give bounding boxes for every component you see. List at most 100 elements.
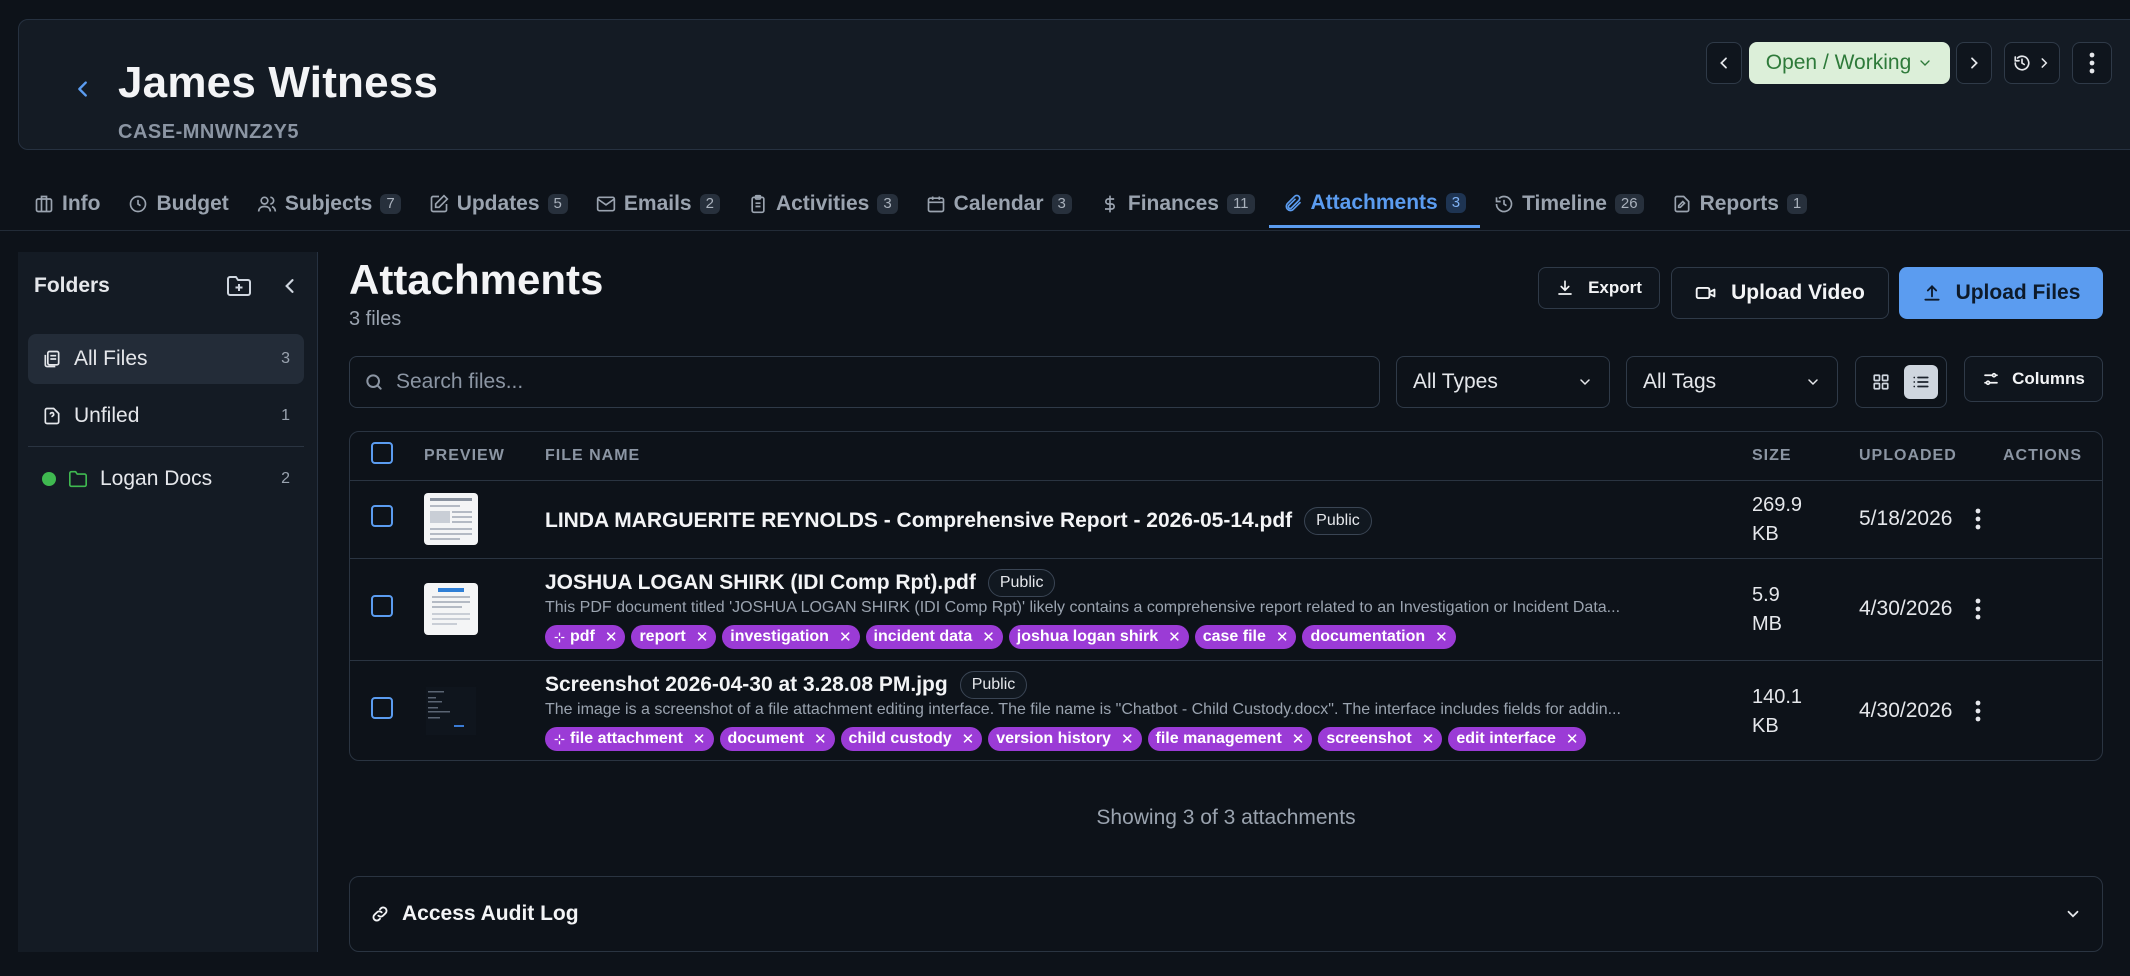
file-thumbnail[interactable] <box>424 493 478 545</box>
remove-tag-icon[interactable]: ✕ <box>962 730 975 748</box>
search-input[interactable] <box>396 370 1346 394</box>
remove-tag-icon[interactable]: ✕ <box>1276 628 1289 646</box>
tag-filter-select[interactable]: All Tags <box>1626 356 1838 408</box>
tab-reports[interactable]: Reports 1 <box>1658 180 1822 228</box>
col-size[interactable]: SIZE <box>1752 432 1792 480</box>
tab-label: Info <box>62 192 101 215</box>
folder-all-files[interactable]: All Files 3 <box>28 334 304 384</box>
file-count: 3 files <box>349 308 402 330</box>
back-chevron-icon[interactable] <box>69 75 97 103</box>
remove-tag-icon[interactable]: ✕ <box>1435 628 1448 646</box>
tab-budget[interactable]: Budget <box>114 180 242 228</box>
ai-tag: file attachment ✕ <box>545 727 714 751</box>
list-view-button[interactable] <box>1904 365 1938 399</box>
table-row[interactable]: JOSHUA LOGAN SHIRK (IDI Comp Rpt).pdf Pu… <box>350 558 2102 660</box>
tab-activities[interactable]: Activities 3 <box>734 180 912 228</box>
page-title: Attachments <box>349 256 604 303</box>
file-size-value: 140.1 <box>1752 686 1803 708</box>
row-checkbox[interactable] <box>371 697 393 719</box>
upload-files-button[interactable]: Upload Files <box>1899 267 2103 319</box>
folders-sidebar: Folders All Files 3 Unfiled 1 Logan Docs… <box>18 252 318 952</box>
more-options-button[interactable] <box>2072 42 2112 84</box>
tag: joshua logan shirk ✕ <box>1008 625 1189 649</box>
remove-tag-icon[interactable]: ✕ <box>696 628 709 646</box>
tag: version history ✕ <box>988 727 1142 751</box>
tab-calendar[interactable]: Calendar 3 <box>912 180 1086 228</box>
remove-tag-icon[interactable]: ✕ <box>814 730 827 748</box>
access-audit-log-panel[interactable]: Access Audit Log <box>349 876 2103 952</box>
next-status-button[interactable] <box>1956 42 1992 84</box>
file-name[interactable]: JOSHUA LOGAN SHIRK (IDI Comp Rpt).pdf Pu… <box>545 569 1056 597</box>
prev-status-button[interactable] <box>1706 42 1742 84</box>
new-folder-icon[interactable] <box>223 270 255 302</box>
col-file-name[interactable]: FILE NAME <box>545 432 640 480</box>
remove-tag-icon[interactable]: ✕ <box>1121 730 1134 748</box>
type-filter-select[interactable]: All Types <box>1396 356 1610 408</box>
tag-label: documentation <box>1310 628 1426 645</box>
tag: screenshot ✕ <box>1318 727 1443 751</box>
tab-label: Timeline <box>1522 192 1607 215</box>
file-size-value: 269.9 <box>1752 494 1803 516</box>
chevron-down-icon <box>1917 55 1933 71</box>
grid-icon <box>1872 373 1890 391</box>
folder-unfiled[interactable]: Unfiled 1 <box>28 391 304 441</box>
tab-timeline[interactable]: Timeline 26 <box>1480 180 1658 228</box>
search-box <box>349 356 1380 408</box>
remove-tag-icon[interactable]: ✕ <box>693 730 706 748</box>
folder-logan-docs[interactable]: Logan Docs 2 <box>28 454 304 504</box>
chevron-right-icon <box>2037 56 2051 70</box>
row-checkbox[interactable] <box>371 505 393 527</box>
upload-video-button[interactable]: Upload Video <box>1671 267 1889 319</box>
file-name[interactable]: LINDA MARGUERITE REYNOLDS - Comprehensiv… <box>545 507 1372 535</box>
file-thumbnail[interactable] <box>424 583 478 635</box>
chevron-down-icon <box>1805 374 1821 390</box>
file-thumbnail[interactable] <box>424 685 478 737</box>
columns-button[interactable]: Columns <box>1964 356 2103 402</box>
remove-tag-icon[interactable]: ✕ <box>605 628 618 646</box>
row-actions-kebab-icon[interactable] <box>1964 595 1992 623</box>
row-actions-kebab-icon[interactable] <box>1964 505 1992 533</box>
download-icon <box>1556 279 1574 297</box>
folder-color-dot <box>42 472 56 486</box>
remove-tag-icon[interactable]: ✕ <box>839 628 852 646</box>
attachments-table: PREVIEW FILE NAME SIZE UPLOADED ACTIONS … <box>349 431 2103 761</box>
row-actions-kebab-icon[interactable] <box>1964 697 1992 725</box>
remove-tag-icon[interactable]: ✕ <box>1566 730 1579 748</box>
grid-view-button[interactable] <box>1864 365 1898 399</box>
history-button[interactable] <box>2004 42 2060 84</box>
remove-tag-icon[interactable]: ✕ <box>1422 730 1435 748</box>
collapse-sidebar-icon[interactable] <box>276 272 304 300</box>
row-checkbox[interactable] <box>371 595 393 617</box>
tab-label: Budget <box>156 192 229 215</box>
sidebar-divider <box>28 446 304 447</box>
tag-label: report <box>639 628 686 645</box>
select-all-checkbox[interactable] <box>371 442 393 464</box>
file-size-value: 5.9 <box>1752 584 1780 606</box>
tab-subjects[interactable]: Subjects 7 <box>243 180 415 228</box>
folder-label: Unfiled <box>74 404 140 427</box>
tab-label: Attachments <box>1310 190 1438 214</box>
status-dropdown[interactable]: Open / Working <box>1749 42 1950 84</box>
chevron-down-icon[interactable] <box>2064 905 2082 923</box>
tag: edit interface ✕ <box>1448 727 1587 751</box>
export-button[interactable]: Export <box>1538 267 1660 309</box>
tab-info[interactable]: Info <box>20 180 114 228</box>
remove-tag-icon[interactable]: ✕ <box>1168 628 1181 646</box>
tab-count-badge: 3 <box>1051 194 1072 214</box>
dollar-icon <box>1100 194 1120 214</box>
remove-tag-icon[interactable]: ✕ <box>1292 730 1305 748</box>
file-name[interactable]: Screenshot 2026-04-30 at 3.28.08 PM.jpg … <box>545 671 1028 699</box>
table-row[interactable]: LINDA MARGUERITE REYNOLDS - Comprehensiv… <box>350 480 2102 558</box>
history-icon <box>2013 54 2031 72</box>
sparkle-icon <box>553 631 566 644</box>
tab-emails[interactable]: Emails 2 <box>582 180 734 228</box>
tab-updates[interactable]: Updates 5 <box>415 180 582 228</box>
col-uploaded[interactable]: UPLOADED <box>1859 432 1957 480</box>
case-id: CASE-MNWNZ2Y5 <box>118 121 299 143</box>
tab-attachments[interactable]: Attachments 3 <box>1268 180 1481 228</box>
upload-icon <box>1922 283 1942 303</box>
tab-finances[interactable]: Finances 11 <box>1086 180 1269 228</box>
link-icon <box>370 904 390 924</box>
remove-tag-icon[interactable]: ✕ <box>982 628 995 646</box>
table-row[interactable]: Screenshot 2026-04-30 at 3.28.08 PM.jpg … <box>350 660 2102 760</box>
